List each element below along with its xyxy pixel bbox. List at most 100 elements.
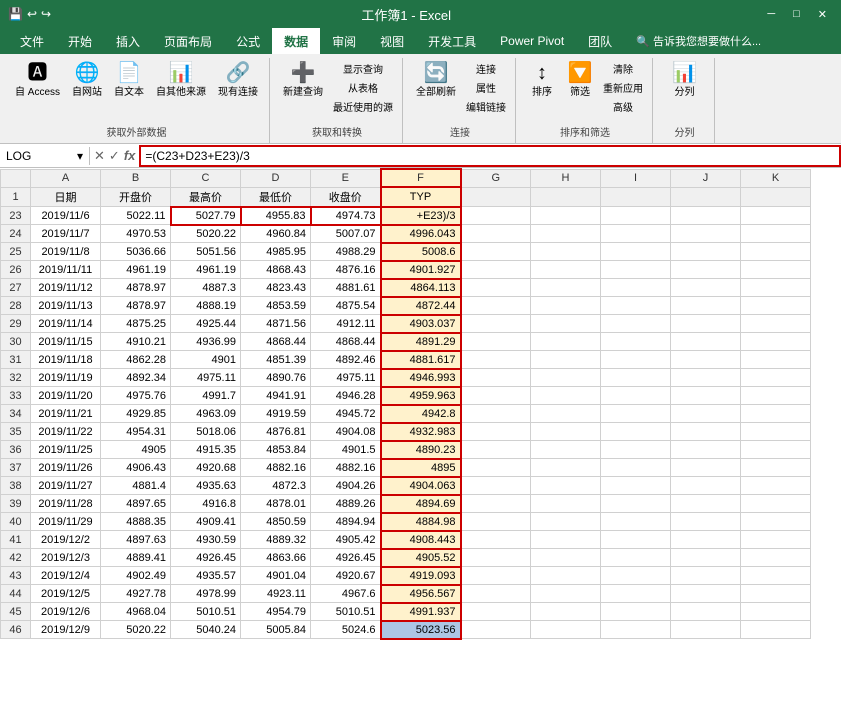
cell[interactable] <box>461 369 531 387</box>
cell[interactable]: 2019/11/26 <box>31 459 101 477</box>
cell[interactable] <box>531 297 601 315</box>
cell[interactable]: 4851.39 <box>241 351 311 369</box>
cell[interactable]: 2019/12/6 <box>31 603 101 621</box>
cell[interactable]: 4875.54 <box>311 297 381 315</box>
cell[interactable] <box>531 441 601 459</box>
cell[interactable]: 4954.31 <box>101 423 171 441</box>
btn-filter[interactable]: 🔽 筛选 <box>562 60 598 101</box>
cell[interactable]: 2019/11/12 <box>31 279 101 297</box>
tab-page-layout[interactable]: 页面布局 <box>152 28 224 54</box>
cell[interactable] <box>671 441 741 459</box>
cell[interactable] <box>601 567 671 585</box>
cell[interactable]: 4925.44 <box>171 315 241 333</box>
btn-new-query[interactable]: ➕ 新建查询 <box>278 60 328 101</box>
cell[interactable] <box>601 513 671 531</box>
cell[interactable] <box>461 531 531 549</box>
cell[interactable] <box>671 225 741 243</box>
cell[interactable] <box>531 187 601 207</box>
cell[interactable]: 4876.16 <box>311 261 381 279</box>
cell[interactable]: 4978.99 <box>171 585 241 603</box>
col-header-k[interactable]: K <box>741 169 811 187</box>
cell[interactable]: 4961.19 <box>101 261 171 279</box>
cell[interactable]: 4863.66 <box>241 549 311 567</box>
cell[interactable] <box>601 351 671 369</box>
cell[interactable]: 5007.07 <box>311 225 381 243</box>
btn-reapply[interactable]: 重新应用 <box>600 79 646 96</box>
cell[interactable] <box>601 315 671 333</box>
cell[interactable] <box>601 279 671 297</box>
cell[interactable]: 4823.43 <box>241 279 311 297</box>
minimize-button[interactable]: ─ <box>761 6 781 23</box>
btn-recent-sources[interactable]: 最近使用的源 <box>330 98 396 115</box>
cell[interactable]: 4930.59 <box>171 531 241 549</box>
cell[interactable] <box>601 549 671 567</box>
cell[interactable] <box>531 567 601 585</box>
cell[interactable]: 4897.63 <box>101 531 171 549</box>
cell[interactable]: 4901.5 <box>311 441 381 459</box>
cell[interactable]: 4905 <box>101 441 171 459</box>
cell[interactable] <box>741 261 811 279</box>
cell[interactable] <box>601 585 671 603</box>
cell[interactable]: 4941.91 <box>241 387 311 405</box>
cell[interactable] <box>601 261 671 279</box>
cell[interactable]: 4946.28 <box>311 387 381 405</box>
cell[interactable]: 4890.76 <box>241 369 311 387</box>
cell[interactable]: 4850.59 <box>241 513 311 531</box>
cell[interactable]: 4919.093 <box>381 567 461 585</box>
btn-web[interactable]: 🌐 自网站 <box>67 60 107 101</box>
cell[interactable]: 4889.26 <box>311 495 381 513</box>
cell[interactable]: 4929.85 <box>101 405 171 423</box>
cell[interactable]: 4871.56 <box>241 315 311 333</box>
cell[interactable]: 4904.26 <box>311 477 381 495</box>
cell[interactable] <box>531 621 601 639</box>
cell[interactable]: 4927.78 <box>101 585 171 603</box>
cell[interactable]: 4875.25 <box>101 315 171 333</box>
cell[interactable]: TYP <box>381 187 461 207</box>
cell[interactable] <box>741 369 811 387</box>
cell[interactable] <box>671 333 741 351</box>
cell[interactable]: 4975.11 <box>311 369 381 387</box>
cell[interactable]: 4901.04 <box>241 567 311 585</box>
cell[interactable]: 5051.56 <box>171 243 241 261</box>
cell[interactable]: 4862.28 <box>101 351 171 369</box>
cell[interactable]: 4963.09 <box>171 405 241 423</box>
cell[interactable]: 5022.11 <box>101 207 171 225</box>
cell[interactable] <box>461 621 531 639</box>
cell[interactable] <box>601 531 671 549</box>
cell[interactable]: 2019/12/9 <box>31 621 101 639</box>
tab-home[interactable]: 开始 <box>56 28 104 54</box>
formula-input[interactable]: =(C23+D23+E23)/3 <box>139 145 841 167</box>
cell[interactable] <box>671 315 741 333</box>
cell[interactable]: 4961.19 <box>171 261 241 279</box>
cell[interactable]: 4919.59 <box>241 405 311 423</box>
cell[interactable]: 4887.3 <box>171 279 241 297</box>
cell[interactable]: 4905.42 <box>311 531 381 549</box>
cell[interactable]: 4902.49 <box>101 567 171 585</box>
cell[interactable]: 5018.06 <box>171 423 241 441</box>
btn-clear[interactable]: 清除 <box>600 60 646 77</box>
cell[interactable] <box>531 423 601 441</box>
cell[interactable] <box>671 243 741 261</box>
cell[interactable]: 4904.063 <box>381 477 461 495</box>
col-header-a[interactable]: A <box>31 169 101 187</box>
cell[interactable]: 4946.993 <box>381 369 461 387</box>
cell[interactable]: 4853.84 <box>241 441 311 459</box>
cell[interactable]: +E23)/3 <box>381 207 461 225</box>
undo-icon[interactable]: ↩ <box>27 7 37 21</box>
cell[interactable]: 4878.97 <box>101 297 171 315</box>
cell[interactable]: 4996.043 <box>381 225 461 243</box>
cell[interactable]: 4905.52 <box>381 549 461 567</box>
cell[interactable] <box>601 459 671 477</box>
cell[interactable] <box>601 621 671 639</box>
cell[interactable]: 4901.927 <box>381 261 461 279</box>
cell[interactable] <box>671 477 741 495</box>
cell[interactable] <box>531 405 601 423</box>
cell[interactable] <box>601 187 671 207</box>
cell[interactable]: 2019/12/3 <box>31 549 101 567</box>
cell[interactable]: 4892.46 <box>311 351 381 369</box>
cell[interactable] <box>671 369 741 387</box>
confirm-formula-button[interactable]: ✓ <box>109 148 120 164</box>
cell[interactable] <box>741 387 811 405</box>
cell[interactable]: 2019/11/20 <box>31 387 101 405</box>
cell[interactable]: 4926.45 <box>171 549 241 567</box>
